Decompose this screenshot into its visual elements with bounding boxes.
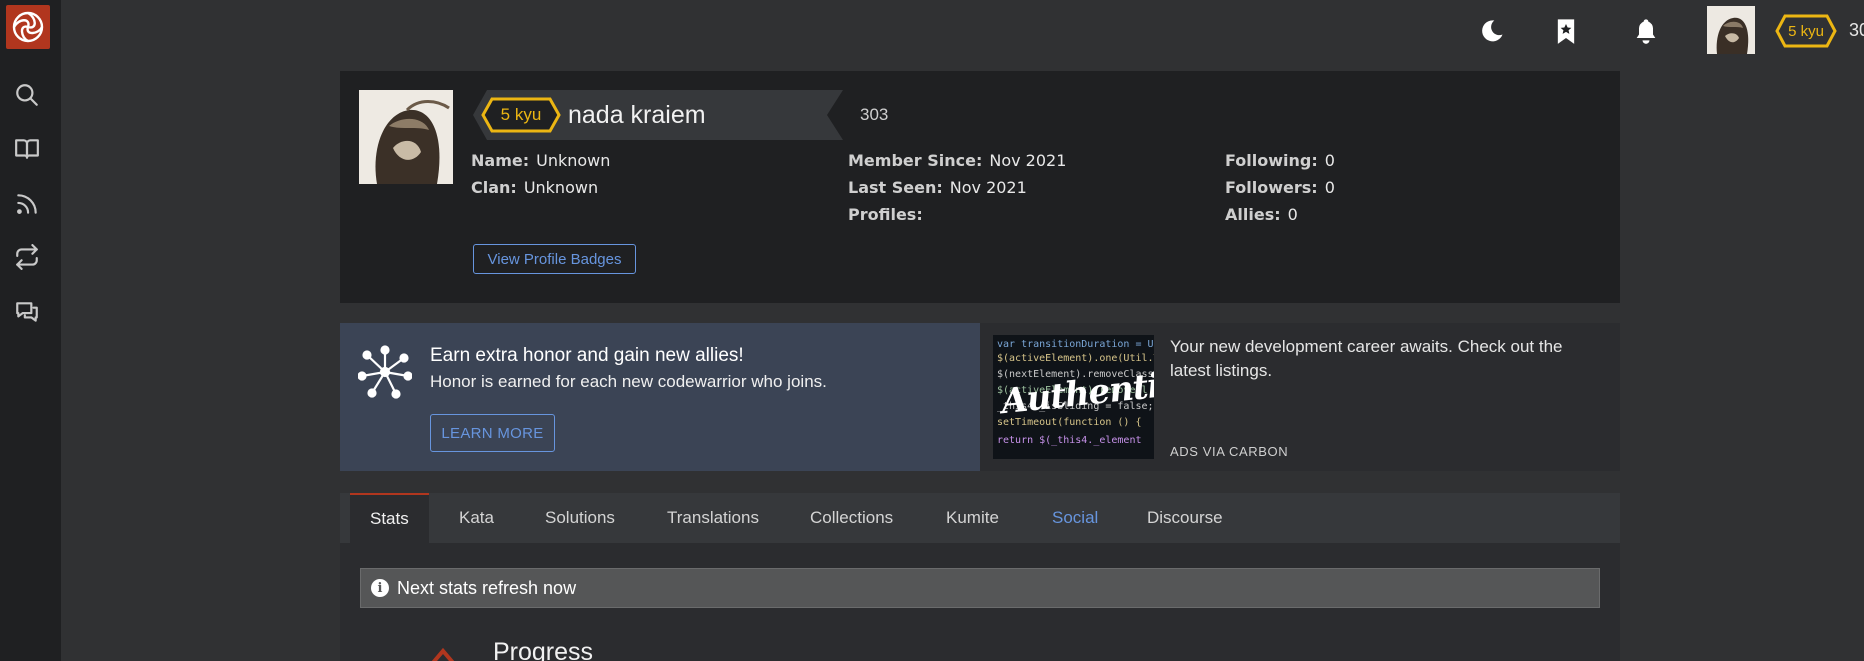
tab-kata[interactable]: Kata: [439, 493, 514, 543]
stats-refresh-notice: i Next stats refresh now: [360, 568, 1600, 608]
bookmark-icon[interactable]: [1550, 12, 1582, 50]
info-key: Profiles:: [848, 205, 923, 224]
promo-text: Honor is earned for each new codewarrior…: [430, 372, 827, 391]
view-profile-badges-button[interactable]: View Profile Badges: [473, 244, 636, 274]
tab-stats[interactable]: Stats: [350, 493, 429, 543]
profile-honor: 303: [860, 105, 889, 124]
rank-badge: 5 kyu: [1775, 14, 1837, 48]
info-value: Unknown: [523, 178, 599, 197]
info-key: Last Seen:: [848, 178, 943, 197]
info-key: Clan:: [471, 178, 517, 197]
referral-promo: Earn extra honor and gain new allies! Ho…: [340, 323, 980, 471]
ad-image[interactable]: var transitionDuration = Util. $(activeE…: [993, 335, 1154, 459]
progress-heading: Progress: [493, 638, 594, 661]
chat-icon[interactable]: [12, 297, 42, 327]
info-row-allies[interactable]: Allies: 0: [1225, 201, 1335, 228]
learn-more-button[interactable]: LEARN MORE: [430, 414, 555, 452]
info-row-last-seen: Last Seen: Nov 2021: [848, 174, 1066, 201]
tab-collections[interactable]: Collections: [790, 493, 913, 543]
info-key: Following:: [1225, 151, 1318, 170]
info-value: 0: [1324, 151, 1335, 170]
info-column-3: Following: 0 Followers: 0 Allies: 0: [1225, 147, 1335, 228]
info-row-following[interactable]: Following: 0: [1225, 147, 1335, 174]
tab-social[interactable]: Social: [1032, 493, 1118, 543]
honor-count: 303: [1849, 20, 1864, 40]
profile-rank-badge: 5 kyu: [481, 97, 561, 133]
info-value: 0: [1287, 205, 1298, 224]
info-row-name: Name: Unknown: [471, 147, 610, 174]
user-avatar[interactable]: [1707, 6, 1755, 54]
profile-card: 5 kyu nada kraiem 303 Name: Unknown Clan:…: [340, 71, 1620, 303]
info-column-2: Member Since: Nov 2021 Last Seen: Nov 2021…: [848, 147, 1066, 228]
ads-via-carbon-link[interactable]: ADS VIA CARBON: [1170, 444, 1288, 459]
codewars-logo[interactable]: [6, 5, 50, 49]
info-key: Member Since:: [848, 151, 983, 170]
info-icon: i: [371, 579, 389, 597]
info-row-profiles: Profiles:: [848, 201, 1066, 228]
info-row-member-since: Member Since: Nov 2021: [848, 147, 1066, 174]
rss-icon[interactable]: [12, 189, 42, 219]
tab-solutions[interactable]: Solutions: [525, 493, 635, 543]
carbon-ad[interactable]: var transitionDuration = Util. $(activeE…: [980, 323, 1620, 471]
info-value: 0: [1324, 178, 1335, 197]
book-icon[interactable]: [12, 134, 42, 164]
search-icon[interactable]: [12, 80, 42, 110]
repeat-icon[interactable]: [12, 242, 42, 272]
info-row-followers[interactable]: Followers: 0: [1225, 174, 1335, 201]
info-value: Nov 2021: [949, 178, 1027, 197]
tab-kumite[interactable]: Kumite: [926, 493, 1019, 543]
username: nada kraiem: [568, 101, 706, 129]
tab-translations[interactable]: Translations: [647, 493, 779, 543]
bell-icon[interactable]: [1630, 12, 1662, 50]
profile-tabs: Stats Kata Solutions Translations Collec…: [340, 493, 1620, 543]
moon-icon[interactable]: [1476, 12, 1508, 50]
tab-discourse[interactable]: Discourse: [1127, 493, 1243, 543]
left-sidebar: [0, 0, 61, 661]
info-key: Allies:: [1225, 205, 1281, 224]
profile-rank-label: 5 kyu: [500, 105, 542, 124]
info-column-1: Name: Unknown Clan: Unknown: [471, 147, 610, 201]
promo-title: Earn extra honor and gain new allies!: [430, 345, 744, 366]
rank-badge-label: 5 kyu: [1788, 22, 1824, 40]
stats-content: i Next stats refresh now Progress: [340, 543, 1620, 661]
notice-text: Next stats refresh now: [397, 577, 577, 598]
info-key: Name:: [471, 151, 530, 170]
logo-icon: [12, 11, 44, 43]
profile-avatar: [359, 90, 453, 184]
info-value: Nov 2021: [989, 151, 1067, 170]
progress-icon: [431, 647, 455, 661]
info-row-clan: Clan: Unknown: [471, 174, 610, 201]
info-value: Unknown: [536, 151, 611, 170]
network-icon: [358, 345, 412, 399]
ad-text[interactable]: Your new development career awaits. Chec…: [1170, 335, 1590, 383]
info-key: Followers:: [1225, 178, 1318, 197]
